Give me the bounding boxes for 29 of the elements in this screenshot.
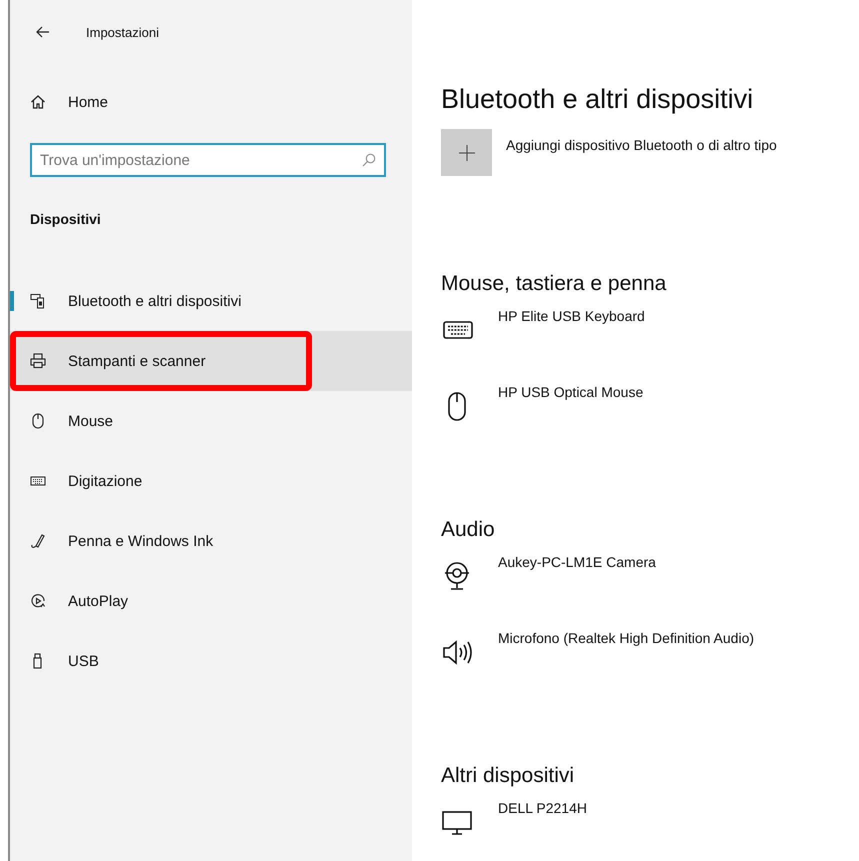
nav-item[interactable]: AutoPlay [10, 571, 412, 631]
add-device-label[interactable]: Aggiungi dispositivo Bluetooth o di altro tipo [506, 137, 777, 153]
section-heading: Altri dispositivi [441, 764, 576, 788]
plus-icon [458, 144, 474, 160]
nav-item[interactable]: Mouse [10, 391, 412, 451]
page-title: Bluetooth e altri dispositivi [441, 84, 754, 115]
device-name[interactable]: DELL P2214H [498, 800, 587, 816]
section-heading: Audio [441, 518, 496, 542]
device-name[interactable]: Aukey-PC-LM1E Camera [498, 554, 656, 570]
nav-item[interactable]: Penna e Windows Ink [10, 511, 412, 571]
section-heading: Mouse, tastiera e penna [441, 272, 668, 296]
nav-item[interactable]: Stampanti e scanner [10, 331, 412, 391]
device-name[interactable]: HP Elite USB Keyboard [498, 308, 645, 324]
device-name[interactable]: Microfono (Realtek High Definition Audio) [498, 630, 754, 646]
search-icon [362, 153, 376, 167]
home-icon [30, 94, 46, 110]
autoplay-icon [30, 593, 46, 609]
nav-item[interactable]: USB [10, 631, 412, 691]
section-heading: Dispositivi [30, 211, 102, 227]
back-arrow-icon[interactable] [36, 26, 50, 38]
search-field[interactable]: Trova un'impostazione [30, 143, 386, 177]
pen-icon [30, 533, 46, 549]
device-name[interactable]: HP USB Optical Mouse [498, 384, 644, 400]
nav-item[interactable]: Digitazione [10, 451, 412, 511]
nav-item[interactable]: Bluetooth e altri dispositivi [10, 271, 412, 331]
home-link[interactable]: Home [10, 80, 412, 124]
printer-icon [30, 353, 46, 369]
app-title: Impostazioni [86, 24, 159, 40]
mouse-icon [30, 413, 46, 429]
